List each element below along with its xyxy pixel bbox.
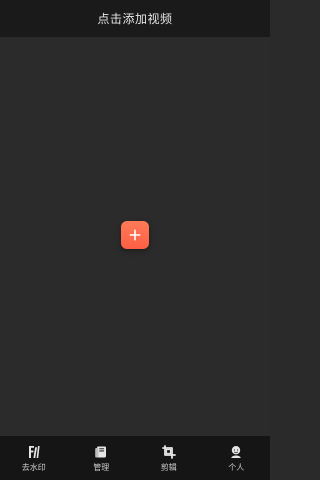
nav-item-manage[interactable]: 管理 bbox=[68, 436, 136, 480]
manage-icon bbox=[93, 444, 109, 460]
nav-item-crop[interactable]: 剪辑 bbox=[135, 436, 203, 480]
nav-label-remove-watermark: 去水印 bbox=[21, 463, 46, 472]
nav-item-remove-watermark[interactable]: 去水印 bbox=[0, 436, 68, 480]
user-icon bbox=[228, 444, 244, 460]
top-bar: 点击添加视频 bbox=[0, 0, 270, 37]
watermark-remove-icon bbox=[26, 444, 42, 460]
add-video-button[interactable] bbox=[121, 221, 149, 249]
nav-label-crop: 剪辑 bbox=[160, 463, 177, 472]
video-canvas-area[interactable] bbox=[0, 37, 270, 436]
nav-label-profile: 个人 bbox=[228, 463, 245, 472]
bottom-navigation: 去水印 管理 剪辑 个人 bbox=[0, 436, 270, 480]
nav-item-profile[interactable]: 个人 bbox=[203, 436, 271, 480]
crop-icon bbox=[161, 444, 177, 460]
plus-icon bbox=[129, 229, 141, 241]
page-title: 点击添加视频 bbox=[97, 11, 173, 26]
nav-label-manage: 管理 bbox=[93, 463, 110, 472]
app-screen: 点击添加视频 去水印 管理 剪辑 个人 bbox=[0, 0, 270, 480]
